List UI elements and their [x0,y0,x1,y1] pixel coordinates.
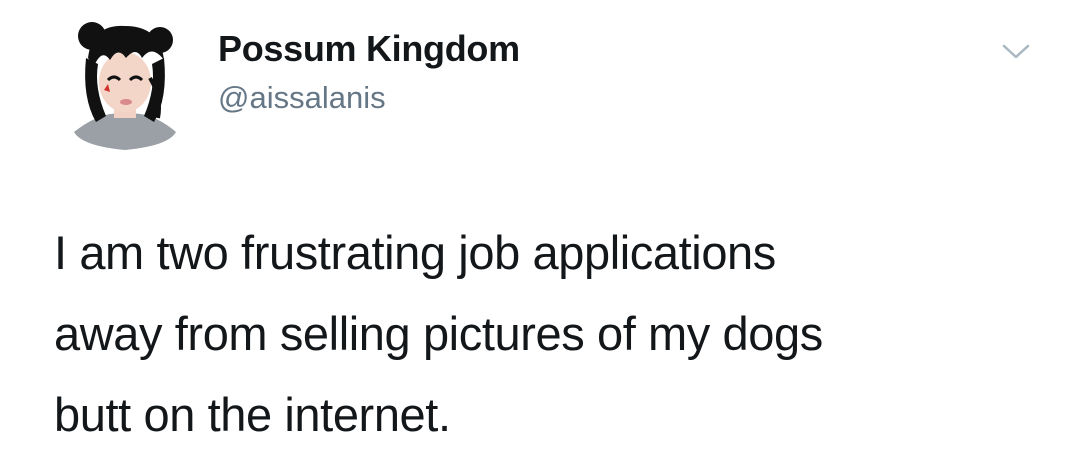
tweet-text-line: away from selling pictures of my dogs [54,307,823,360]
tweet-menu-button[interactable] [1001,42,1031,62]
avatar-illustration-icon [74,22,176,150]
avatar[interactable] [72,18,178,152]
tweet-text-line: butt on the internet. [54,388,451,441]
tweet-text: I am two frustrating job applications aw… [54,212,1044,455]
author-display-name[interactable]: Possum Kingdom [218,28,520,70]
tweet-text-line: I am two frustrating job applications [54,226,776,279]
author-handle[interactable]: @aissalanis [218,80,386,116]
chevron-down-icon [1002,44,1030,59]
tweet-card: Possum Kingdom @aissalanis I am two frus… [0,0,1066,475]
